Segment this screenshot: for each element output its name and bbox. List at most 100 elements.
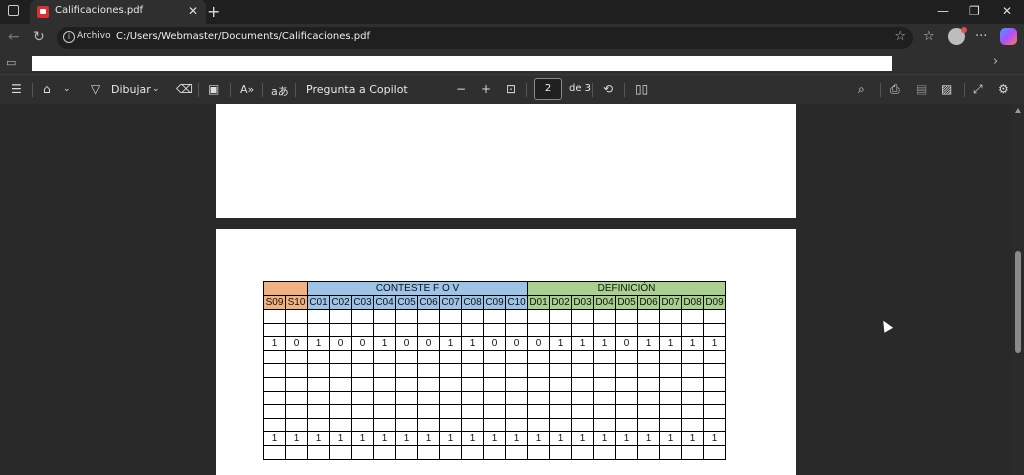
table-cell <box>659 404 682 419</box>
favorite-star-icon[interactable]: ☆ <box>894 29 906 44</box>
divider <box>262 83 263 97</box>
tab-calificaciones[interactable]: Calificaciones.pdf ✕ <box>30 0 206 24</box>
table-cell <box>307 349 330 365</box>
table-cell <box>571 376 594 392</box>
restore-button[interactable]: ❐ <box>969 4 980 18</box>
table-cell: 1 <box>637 336 660 351</box>
table-cell <box>461 376 484 392</box>
scrollbar[interactable] <box>1012 104 1024 475</box>
print-icon[interactable]: ⎙ <box>890 82 900 97</box>
tab-close-button[interactable]: ✕ <box>188 4 198 18</box>
table-cell <box>505 417 528 433</box>
eraser-icon[interactable]: ⌫ <box>176 82 193 96</box>
site-chip[interactable]: Archivo <box>77 31 111 41</box>
column-header: D02 <box>549 295 572 310</box>
url-text[interactable]: C:/Users/Webmaster/Documents/Calificacio… <box>116 31 370 42</box>
back-icon[interactable]: ← <box>8 29 20 45</box>
table-cell <box>549 309 572 324</box>
table-cell <box>681 309 704 324</box>
favorites-icon[interactable]: ☆ <box>923 29 935 44</box>
table-cell <box>637 444 660 460</box>
page-view-icon[interactable]: ▯▯ <box>635 82 648 96</box>
table-cell <box>395 404 418 419</box>
save-as-icon[interactable]: ▨ <box>941 82 952 96</box>
zoom-out-icon[interactable]: − <box>456 82 466 96</box>
table-cell: 0 <box>615 336 638 351</box>
column-header: C04 <box>373 295 396 310</box>
minimize-button[interactable]: — <box>937 4 949 18</box>
copilot-icon[interactable] <box>1000 28 1017 45</box>
profile-avatar[interactable] <box>948 27 967 45</box>
address-bar[interactable]: i Archivo C:/Users/Webmaster/Documents/C… <box>57 27 913 49</box>
table-cell <box>329 376 352 392</box>
table-cell <box>593 404 616 419</box>
draw-icon[interactable]: ▽ <box>91 82 100 96</box>
table-cell <box>615 376 638 392</box>
table-cell <box>505 376 528 392</box>
scroll-up-arrow[interactable] <box>1015 108 1021 113</box>
scroll-thumb[interactable] <box>1015 251 1021 353</box>
table-cell <box>417 390 440 406</box>
close-window-button[interactable]: ✕ <box>1002 4 1012 18</box>
tab-actions-icon[interactable] <box>8 5 19 16</box>
draw-label[interactable]: Dibujar <box>111 83 151 96</box>
table-cell: 0 <box>505 336 528 351</box>
favorites-row: ▭ › <box>0 52 1024 74</box>
table-cell <box>571 322 594 338</box>
copilot-button[interactable]: Pregunta a Copilot <box>306 83 408 96</box>
translate-icon[interactable]: aあ <box>271 83 289 99</box>
more-menu-icon[interactable]: ··· <box>975 29 987 44</box>
fullscreen-icon[interactable]: ⤢ <box>973 82 983 97</box>
table-cell <box>307 444 330 460</box>
bookmark-icon[interactable]: ▭ <box>6 56 16 69</box>
column-header: D08 <box>681 295 704 310</box>
table-cell <box>351 322 374 338</box>
table-cell <box>659 309 682 324</box>
table-cell <box>703 390 726 406</box>
table-cell <box>483 349 506 365</box>
table-cell: 1 <box>439 431 462 446</box>
table-cell <box>439 417 462 433</box>
chevron-down-icon[interactable]: ⌄ <box>152 84 160 94</box>
new-tab-button[interactable]: + <box>207 2 220 21</box>
table-cell <box>439 444 462 460</box>
settings-gear-icon[interactable]: ⚙ <box>998 82 1009 96</box>
table-cell <box>307 376 330 392</box>
table-cell: 1 <box>527 431 550 446</box>
chevron-down-icon[interactable]: ⌄ <box>63 84 71 94</box>
table-cell <box>571 417 594 433</box>
contents-icon[interactable]: ☰ <box>11 82 22 96</box>
text-box-icon[interactable]: ▣ <box>208 82 219 96</box>
table-cell <box>351 404 374 419</box>
table-cell <box>373 444 396 460</box>
info-icon[interactable]: i <box>63 31 75 43</box>
divider <box>230 83 231 97</box>
fit-page-icon[interactable]: ⊡ <box>506 82 516 96</box>
search-icon[interactable]: ⌕ <box>858 82 865 97</box>
table-cell: 1 <box>461 431 484 446</box>
highlight-icon[interactable]: ⌂ <box>43 82 51 96</box>
read-aloud-icon[interactable]: A» <box>240 83 254 96</box>
save-icon[interactable]: ▤ <box>916 82 927 96</box>
table-cell <box>505 309 528 324</box>
table-cell: 1 <box>593 431 616 446</box>
table-cell: 1 <box>571 336 594 351</box>
table-cell: 1 <box>659 431 682 446</box>
pdf-viewer[interactable]: CONTESTE F O V DEFINICIÓN S09 S10 C01 C02 C03 C… <box>0 104 1012 475</box>
table-cell <box>461 444 484 460</box>
table-cell <box>637 404 660 419</box>
refresh-icon[interactable]: ↻ <box>33 29 45 45</box>
group-header: DEFINICIÓN <box>527 281 726 296</box>
table-cell <box>285 417 308 433</box>
chevron-right-icon[interactable]: › <box>993 54 998 69</box>
table-cell <box>505 349 528 365</box>
zoom-in-icon[interactable]: + <box>481 82 491 96</box>
page-number-input[interactable]: 2 <box>534 78 562 100</box>
table-cell <box>417 349 440 365</box>
table-cell <box>285 309 308 324</box>
table-cell <box>483 390 506 406</box>
table-cell <box>615 390 638 406</box>
table-cell <box>329 349 352 365</box>
rotate-icon[interactable]: ⟲ <box>603 82 613 96</box>
table-cell: 1 <box>659 336 682 351</box>
